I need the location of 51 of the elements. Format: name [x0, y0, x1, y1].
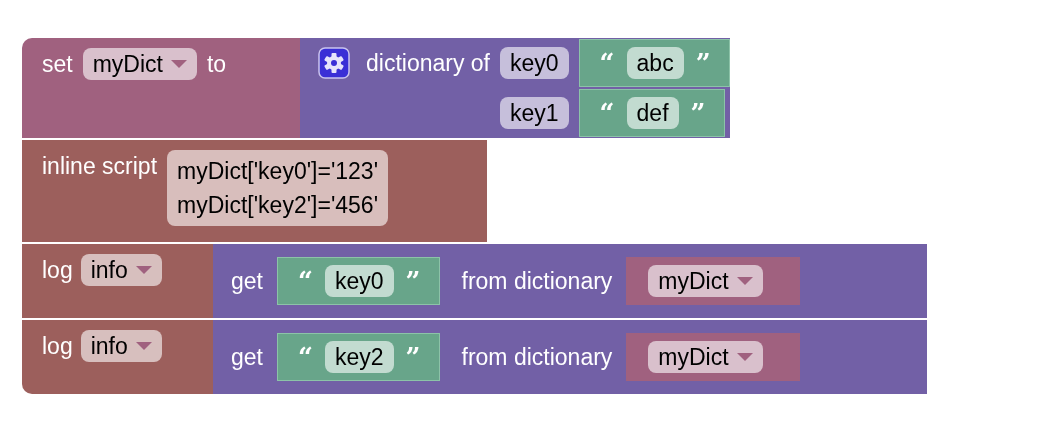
dropdown-arrow-icon	[736, 277, 753, 285]
block-label: inline script	[42, 152, 158, 181]
text-block[interactable]: “ def ”	[578, 89, 725, 137]
quote-mark: ”	[690, 96, 706, 130]
quote-mark: ”	[405, 264, 421, 298]
text-field[interactable]: key2	[324, 341, 394, 373]
block-label: log	[42, 332, 73, 361]
script-block[interactable]: inline script myDict['key0']='123' myDict['key2']='456'	[22, 140, 487, 242]
block-label: get	[231, 343, 263, 372]
text-field[interactable]: def	[626, 97, 679, 129]
level-dropdown[interactable]: info	[80, 254, 162, 286]
log-block[interactable]: log info	[22, 244, 213, 318]
dropdown-arrow-icon	[135, 342, 152, 350]
quote-mark: “	[298, 264, 313, 298]
block-label: from dictionary	[461, 267, 613, 296]
quote-mark: ”	[405, 340, 421, 374]
get-block[interactable]: get “ key0 ” from dictionary myDict	[213, 244, 927, 318]
dropdown-arrow-icon	[170, 60, 187, 68]
block-label: set	[42, 50, 73, 79]
text-block[interactable]: “ key0 ”	[277, 257, 440, 305]
block-label: get	[231, 267, 263, 296]
quote-mark: “	[599, 46, 615, 80]
code-line: myDict['key2']='456'	[177, 191, 379, 220]
block-label: log	[42, 256, 73, 285]
variable-dropdown[interactable]: myDict	[648, 341, 763, 373]
variable-dropdown[interactable]: myDict	[648, 265, 763, 297]
level-dropdown[interactable]: info	[80, 330, 162, 362]
quote-mark: “	[599, 96, 615, 130]
code-field[interactable]: myDict['key0']='123' myDict['key2']='456'	[167, 150, 389, 226]
variable-dropdown[interactable]: myDict	[82, 48, 197, 80]
block-label: dictionary of	[366, 49, 490, 78]
get-block[interactable]: get “ key2 ” from dictionary myDict	[213, 320, 927, 394]
block-label: from dictionary	[461, 343, 613, 372]
quote-mark: “	[298, 340, 313, 374]
dropdown-arrow-icon	[736, 353, 753, 361]
variable-block[interactable]: myDict	[626, 257, 801, 305]
text-block[interactable]: “ abc ”	[578, 39, 730, 87]
gear-icon[interactable]	[318, 47, 350, 79]
text-block[interactable]: “ key2 ”	[277, 333, 440, 381]
text-field[interactable]: abc	[626, 47, 684, 79]
block-label: to	[206, 50, 227, 79]
variable-block[interactable]: myDict	[626, 333, 801, 381]
key-field[interactable]: key0	[500, 47, 569, 79]
key-field[interactable]: key1	[500, 97, 569, 129]
text-field[interactable]: key0	[324, 265, 394, 297]
log-block[interactable]: log info	[22, 320, 213, 394]
quote-mark: ”	[695, 46, 711, 80]
code-line: myDict['key0']='123'	[177, 157, 379, 186]
dictionary-block[interactable]: dictionary of key0 “ abc ” key1 “ def ”	[300, 38, 730, 138]
dropdown-arrow-icon	[135, 266, 152, 274]
set-block[interactable]: set myDict to	[22, 38, 300, 138]
